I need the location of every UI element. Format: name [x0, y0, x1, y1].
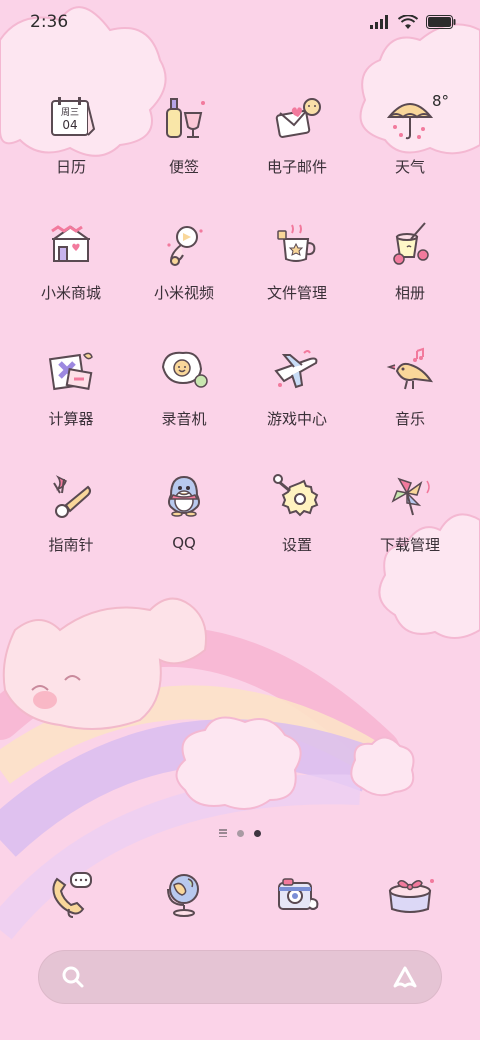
app-notes[interactable]: 便签	[128, 88, 240, 214]
email-icon	[267, 88, 327, 148]
gallery-icon	[380, 214, 440, 274]
calendar-weekday: 周三	[61, 107, 79, 118]
weather-temperature: 8°	[432, 92, 450, 110]
app-label: QQ	[172, 534, 196, 552]
dock-gift[interactable]	[354, 862, 466, 924]
app-calculator[interactable]: 计算器	[15, 340, 127, 466]
game-center-icon	[267, 340, 327, 400]
app-label: 小米视频	[153, 284, 214, 302]
dock-camera[interactable]	[241, 862, 353, 924]
app-file-manager[interactable]: 文件管理	[241, 214, 353, 340]
page-dot-active[interactable]	[254, 829, 261, 837]
file-manager-icon	[267, 214, 327, 274]
app-compass[interactable]: 指南针	[15, 466, 127, 592]
app-label: 音乐	[394, 410, 425, 428]
battery-icon	[426, 15, 456, 29]
page-dot[interactable]	[237, 829, 244, 837]
app-label: 指南针	[48, 536, 94, 554]
notes-icon	[154, 88, 214, 148]
signal-icon	[370, 15, 388, 29]
calculator-icon	[41, 340, 101, 400]
qq-icon	[154, 466, 214, 526]
app-label: 游戏中心	[266, 410, 327, 428]
dock-phone[interactable]	[15, 862, 127, 924]
music-icon	[380, 340, 440, 400]
app-gallery[interactable]: 相册	[354, 214, 466, 340]
app-game-center[interactable]: 游戏中心	[241, 340, 353, 466]
app-label: 录音机	[161, 410, 207, 428]
camera-icon	[266, 862, 328, 924]
mi-video-icon	[154, 214, 214, 274]
weather-umbrella-icon	[380, 88, 440, 148]
app-label: 计算器	[48, 410, 94, 428]
dock	[15, 862, 465, 924]
status-icons	[370, 14, 456, 30]
search-input[interactable]	[97, 968, 379, 986]
app-label: 设置	[281, 536, 312, 554]
app-label: 日历	[55, 158, 86, 176]
app-weather[interactable]: 天气	[354, 88, 466, 214]
app-label: 下载管理	[379, 536, 440, 554]
calendar-icon: 周三 04	[41, 88, 101, 148]
page-indicator[interactable]	[0, 829, 480, 837]
download-manager-icon	[380, 466, 440, 526]
mi-store-icon	[41, 214, 101, 274]
compass-icon	[41, 466, 101, 526]
calendar-day: 04	[62, 118, 77, 132]
app-label: 文件管理	[266, 284, 327, 302]
assistant-icon[interactable]	[391, 964, 419, 990]
app-label: 相册	[394, 284, 425, 302]
page-indicator-menu-icon[interactable]	[219, 829, 227, 837]
app-mi-store[interactable]: 小米商城	[15, 214, 127, 340]
dock-browser[interactable]	[128, 862, 240, 924]
status-bar: 2:36	[0, 0, 480, 44]
settings-icon	[267, 466, 327, 526]
app-calendar[interactable]: 周三 04 日历	[15, 88, 127, 214]
recorder-icon	[154, 340, 214, 400]
search-icon[interactable]	[61, 965, 85, 989]
app-label: 电子邮件	[266, 158, 327, 176]
app-download-manager[interactable]: 下载管理	[354, 466, 466, 592]
app-settings[interactable]: 设置	[241, 466, 353, 592]
app-email[interactable]: 电子邮件	[241, 88, 353, 214]
gift-box-icon	[379, 862, 441, 924]
browser-globe-icon	[153, 862, 215, 924]
app-mi-video[interactable]: 小米视频	[128, 214, 240, 340]
search-bar[interactable]	[38, 950, 442, 1004]
wifi-icon	[398, 14, 418, 29]
app-label: 小米商城	[40, 284, 101, 302]
phone-icon	[40, 862, 102, 924]
app-grid: 周三 04 日历 便签 电子邮件 天气 小米商城 小米视频 文件管理 相册 计算…	[15, 88, 465, 592]
app-label: 天气	[394, 158, 425, 176]
app-label: 便签	[168, 158, 199, 176]
status-time: 2:36	[30, 12, 69, 32]
app-qq[interactable]: QQ	[128, 466, 240, 592]
app-recorder[interactable]: 录音机	[128, 340, 240, 466]
app-music[interactable]: 音乐	[354, 340, 466, 466]
